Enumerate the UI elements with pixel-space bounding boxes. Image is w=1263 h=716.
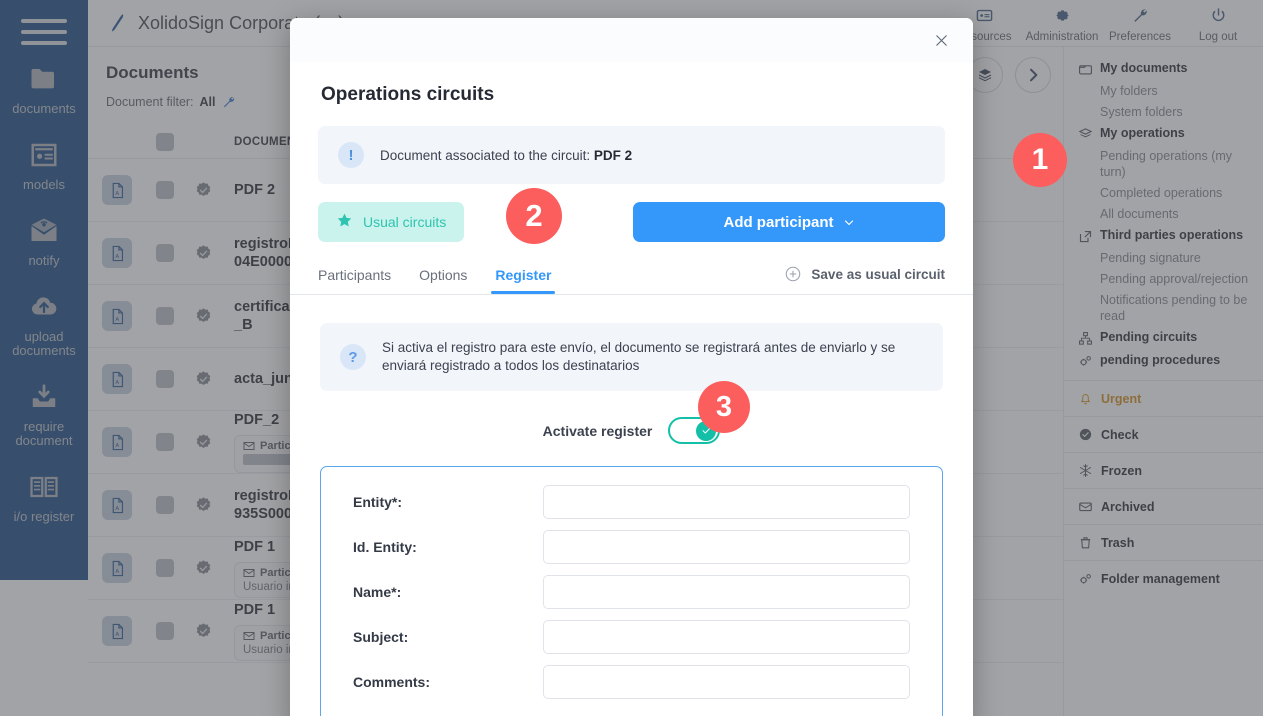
modal-body: Operations circuits ! Document associate… xyxy=(290,62,973,294)
callout-badge-2: 2 xyxy=(506,188,562,244)
activate-register-row: Activate register xyxy=(320,417,943,444)
add-participant-label: Add participant xyxy=(723,213,834,231)
notice-label: Document associated to the circuit: xyxy=(380,147,591,163)
form-label: Subject: xyxy=(353,629,409,645)
save-as-usual-label: Save as usual circuit xyxy=(811,266,945,282)
form-row: Subject: xyxy=(353,620,910,654)
usual-circuits-label: Usual circuits xyxy=(363,214,447,230)
form-row: Id. Entity: xyxy=(353,530,910,564)
form-label: Comments: xyxy=(353,674,431,690)
chevron-down-icon xyxy=(843,216,855,228)
entity-input[interactable] xyxy=(543,485,910,519)
form-row: Comments: xyxy=(353,665,910,699)
subject-input[interactable] xyxy=(543,620,910,654)
form-label: Id. Entity: xyxy=(353,539,417,555)
tab-options[interactable]: Options xyxy=(419,267,467,294)
notice-document-name: PDF 2 xyxy=(593,147,633,163)
modal-tabs: Participants Options Register Save as us… xyxy=(318,254,945,294)
modal-top-strip xyxy=(290,18,973,62)
tab-participants[interactable]: Participants xyxy=(318,267,391,294)
form-row: Entity*: xyxy=(353,485,910,519)
callout-badge-3: 3 xyxy=(698,381,750,433)
operations-circuits-modal: Operations circuits ! Document associate… xyxy=(290,18,973,716)
register-help-notice: ? Si activa el registro para este envío,… xyxy=(320,323,943,391)
activate-register-label: Activate register xyxy=(542,422,653,439)
form-label: Name*: xyxy=(353,584,402,600)
add-participant-button[interactable]: Add participant xyxy=(633,202,945,242)
id-entity-input[interactable] xyxy=(543,530,910,564)
register-help-text: Si activa el registro para este envío, e… xyxy=(382,340,896,373)
register-panel: ? Si activa el registro para este envío,… xyxy=(290,294,973,716)
question-icon: ? xyxy=(340,344,366,370)
info-icon: ! xyxy=(338,142,364,168)
tab-register[interactable]: Register xyxy=(491,267,556,294)
notice-text: Document associated to the circuit: PDF … xyxy=(380,148,632,163)
application-window: documents models notify upload documents xyxy=(0,0,1263,716)
callout-badge-1: 1 xyxy=(1013,133,1067,187)
register-form: Entity*: Id. Entity: Name*: Subject: Comment… xyxy=(320,466,943,716)
plus-circle-icon xyxy=(784,265,802,283)
usual-circuits-button[interactable]: Usual circuits xyxy=(318,202,465,242)
document-association-notice: ! Document associated to the circuit: PD… xyxy=(318,126,945,184)
save-as-usual-circuit-button[interactable]: Save as usual circuit xyxy=(784,265,945,294)
modal-action-row: Usual circuits Add participant xyxy=(318,202,945,242)
star-icon xyxy=(336,212,353,232)
close-icon[interactable] xyxy=(929,28,953,52)
form-label: Entity*: xyxy=(353,494,402,510)
modal-title: Operations circuits xyxy=(321,84,495,105)
comments-input[interactable] xyxy=(543,665,910,699)
form-row: Name*: xyxy=(353,575,910,609)
name-input[interactable] xyxy=(543,575,910,609)
